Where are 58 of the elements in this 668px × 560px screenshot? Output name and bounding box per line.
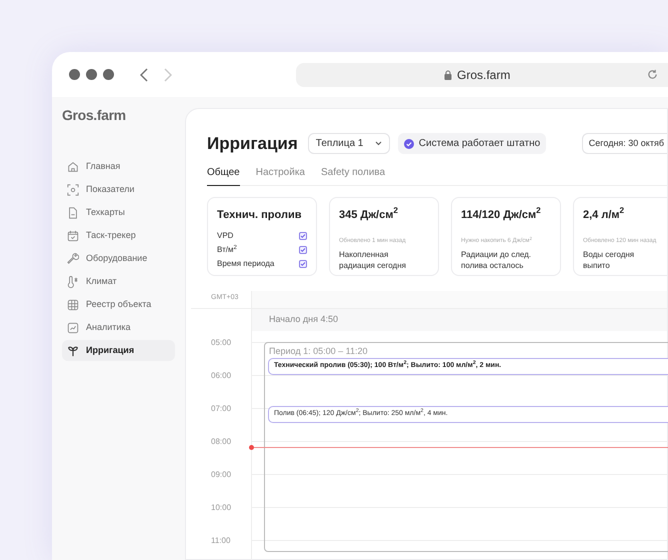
hour-label: 06:00 bbox=[211, 370, 232, 382]
stat-value: 2,4 л/м$^{2}$ bbox=[583, 206, 626, 222]
hour-label: 10:00 bbox=[211, 502, 232, 514]
period-label: Период 1: 05:00 – 11:20 bbox=[269, 344, 368, 358]
sidebar-item[interactable]: Аналитика bbox=[62, 317, 175, 338]
sidebar-item[interactable]: Главная bbox=[62, 156, 175, 177]
thermometer-icon bbox=[67, 276, 79, 288]
date-button[interactable]: Сегодня: 30 октяб bbox=[582, 133, 667, 154]
window-control-icon[interactable] bbox=[69, 69, 80, 80]
wrench-icon bbox=[67, 252, 79, 264]
sidebar-item[interactable]: Показатели bbox=[62, 179, 175, 200]
address-bar[interactable]: Gros.farm bbox=[296, 62, 668, 86]
caret-icon bbox=[374, 141, 382, 146]
status-badge: Система работает штатно bbox=[398, 133, 546, 154]
home-icon bbox=[67, 160, 79, 172]
scan-icon bbox=[67, 184, 79, 196]
check-circle-icon bbox=[404, 138, 414, 149]
option-label: Вт/м$^{2}$ bbox=[217, 244, 237, 256]
stat-value: 114/120 Дж/см$^{2}$ bbox=[461, 206, 542, 222]
day-start-label: Начало дня 4:50 bbox=[269, 312, 338, 326]
checkbox[interactable] bbox=[299, 232, 307, 240]
sidebar-item[interactable]: Техкарты bbox=[62, 202, 175, 223]
checkbox[interactable] bbox=[299, 260, 307, 268]
calendar-icon bbox=[67, 230, 79, 242]
tab[interactable]: Настройка bbox=[256, 164, 305, 186]
sidebar-item[interactable]: Оборудование bbox=[62, 248, 175, 269]
tab[interactable]: Safety полива bbox=[320, 164, 386, 186]
address-text: Gros.farm bbox=[457, 66, 510, 84]
sidebar-item[interactable]: Таск-трекер bbox=[62, 225, 175, 246]
tab[interactable]: Общее bbox=[207, 164, 240, 186]
stat-caption: Накопленная радиация сегодня bbox=[339, 249, 407, 271]
hour-label: 08:00 bbox=[211, 436, 232, 448]
logo: Gros.farm bbox=[62, 106, 127, 125]
checkbox[interactable] bbox=[299, 246, 307, 254]
option-label: Время периода bbox=[217, 258, 274, 270]
stat-caption: Радиации до след. полива осталось bbox=[461, 249, 532, 271]
stat-value: 345 Дж/см$^{2}$ bbox=[339, 206, 399, 222]
stat-caption: Воды сегодня выпито bbox=[583, 249, 636, 271]
back-icon[interactable] bbox=[140, 68, 148, 82]
page-title: Ирригация bbox=[207, 133, 298, 155]
lock-icon bbox=[444, 70, 452, 80]
hour-label: 09:00 bbox=[211, 468, 232, 480]
hour-label: 05:00 bbox=[211, 336, 232, 348]
document-icon bbox=[67, 206, 79, 218]
option-label: VPD bbox=[217, 230, 234, 242]
card-title: Технич. пролив bbox=[217, 208, 302, 222]
reload-icon[interactable] bbox=[647, 69, 658, 80]
hour-label: 11:00 bbox=[211, 534, 230, 546]
window-control-icon[interactable] bbox=[86, 69, 97, 80]
sidebar-item[interactable]: Климат bbox=[62, 271, 175, 292]
chart-icon bbox=[67, 322, 79, 334]
sidebar-item[interactable]: Ирригация bbox=[62, 340, 175, 361]
window-control-icon[interactable] bbox=[103, 69, 114, 80]
greenhouse-dropdown[interactable]: Теплица 1 bbox=[308, 133, 390, 154]
plant-icon bbox=[67, 344, 79, 356]
hour-label: 07:00 bbox=[211, 402, 232, 414]
grid-icon bbox=[67, 298, 79, 310]
sidebar-item[interactable]: Реестр объекта bbox=[62, 294, 175, 315]
